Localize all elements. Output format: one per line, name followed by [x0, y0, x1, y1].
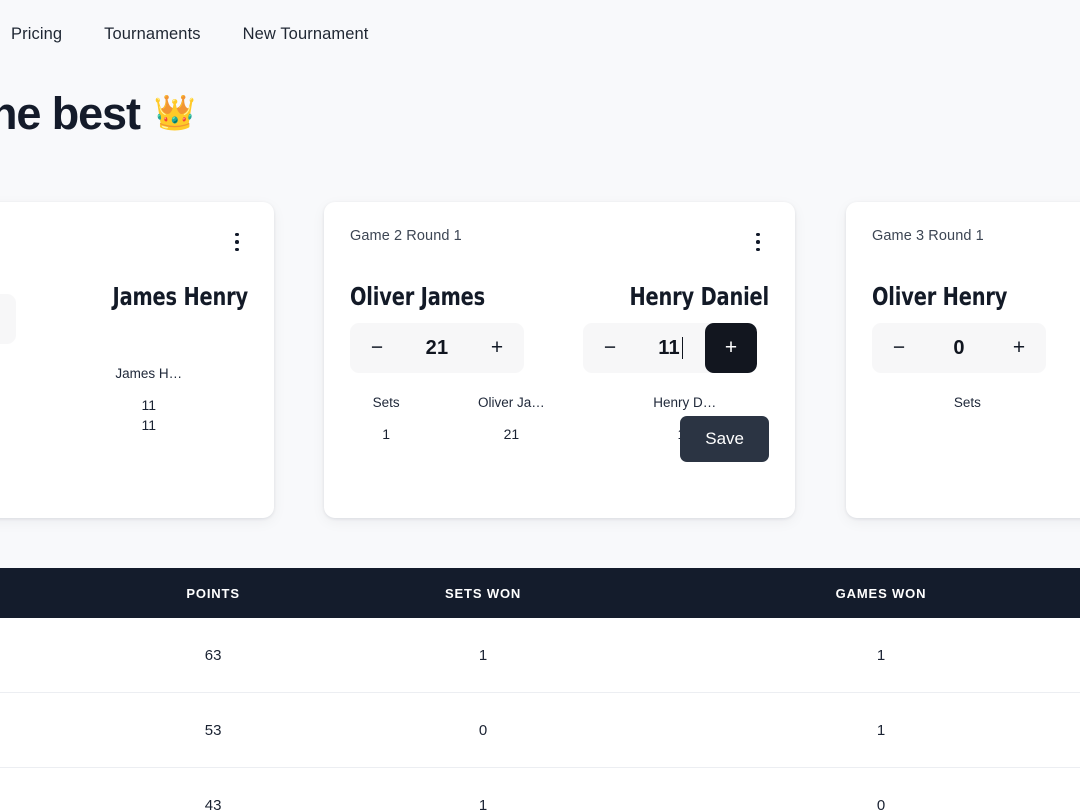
kebab-menu-icon[interactable]	[226, 230, 248, 254]
card-2-player-right: Henry Daniel − 11 +	[583, 282, 769, 373]
row-games-won: 1	[876, 646, 886, 664]
card-3-score-left[interactable]: 0	[922, 337, 996, 360]
row-games-won: 0	[876, 796, 886, 810]
card-1-sets-cell: 21	[0, 415, 49, 435]
card-2-header: Game 2 Round 1	[350, 228, 769, 258]
card-2-player-right-name: Henry Daniel	[629, 282, 769, 311]
game-cards-strip: − 0 + James Henry Oliver Da… James H… 21…	[0, 202, 1080, 518]
card-2-players: Oliver James − 21 + Henry Daniel − 11 +	[350, 282, 769, 373]
card-3-decrement-left[interactable]: −	[876, 323, 922, 373]
card-2-stepper-left[interactable]: − 21 +	[350, 323, 524, 373]
card-2-decrement-right[interactable]: −	[587, 323, 633, 373]
card-1-player-right: James Henry	[62, 282, 249, 344]
card-3-player-left: Oliver Henry − 0 +	[872, 282, 1058, 373]
page-heading: he best 👑	[0, 78, 590, 148]
column-header-sets-won: SETS WON	[445, 585, 522, 601]
top-navigation-bar: Pricing Tournaments New Tournament	[0, 0, 1080, 68]
row-points: 53	[204, 721, 222, 739]
card-1-players: − 0 + James Henry	[0, 282, 248, 344]
card-1-sets-col-0: Oliver Da…	[0, 366, 49, 395]
card-3-sets-col-0: Sets	[953, 395, 981, 410]
card-1-sets-cell: 11	[141, 397, 156, 413]
card-2-player-left: Oliver James − 21 +	[350, 282, 536, 373]
card-1-sets-table: Oliver Da… James H… 21 11 21 11	[0, 366, 248, 435]
card-1-sets-row: 21 11	[0, 395, 248, 415]
row-sets-won: 1	[478, 646, 488, 664]
card-1-stepper-left[interactable]: − 0 +	[0, 294, 16, 344]
table-row[interactable]: 43 1 0	[0, 768, 1080, 810]
nav-link-pricing[interactable]: Pricing	[11, 25, 62, 44]
card-2-score-left[interactable]: 21	[400, 337, 474, 360]
card-1-increment-left[interactable]: +	[0, 294, 12, 344]
card-3-sets-header-row: Sets Olive	[872, 395, 1080, 424]
page-title: he best	[0, 87, 141, 139]
card-3-player-left-name: Oliver Henry	[872, 282, 1008, 311]
nav-link-tournaments[interactable]: Tournaments	[104, 25, 200, 44]
card-2-save-row: Save	[350, 416, 769, 462]
save-button[interactable]: Save	[680, 416, 769, 462]
table-row[interactable]: 63 1 1	[0, 618, 1080, 693]
card-1-sets-row: 21 11	[0, 415, 248, 435]
card-3-increment-left[interactable]: +	[996, 323, 1042, 373]
card-1-player-right-name: James Henry	[112, 282, 249, 311]
card-2-increment-left[interactable]: +	[474, 323, 520, 373]
card-1-sets-cell: 11	[141, 417, 156, 433]
leaderboard-header-row: POINTS SETS WON GAMES WON	[0, 568, 1080, 618]
card-3-sets-table: Sets Olive	[872, 395, 1080, 424]
row-points: 43	[204, 796, 222, 810]
table-row[interactable]: 53 0 1	[0, 693, 1080, 768]
nav-link-new-tournament[interactable]: New Tournament	[243, 25, 369, 44]
crown-icon: 👑	[153, 94, 197, 132]
row-sets-won: 1	[478, 796, 488, 810]
game-card-3: Game 3 Round 1 Oliver Henry − 0 + Sets O…	[846, 202, 1080, 518]
card-2-player-left-name: Oliver James	[350, 282, 485, 311]
leaderboard-table: POINTS SETS WON GAMES WON 63 1 1 53 0 1 …	[0, 568, 1080, 810]
card-2-stepper-right[interactable]: − 11 +	[583, 323, 757, 373]
card-2-decrement-left[interactable]: −	[354, 323, 400, 373]
card-3-label: Game 3 Round 1	[872, 228, 984, 244]
card-3-stepper-left[interactable]: − 0 +	[872, 323, 1046, 373]
card-1-sets-col-1: James H…	[115, 366, 183, 381]
row-sets-won: 0	[478, 721, 488, 739]
card-1-sets-cell: 21	[0, 395, 49, 415]
game-card-2: Game 2 Round 1 Oliver James − 21 + Henry…	[324, 202, 795, 518]
row-points: 63	[204, 646, 222, 664]
card-1-sets-header-row: Oliver Da… James H…	[0, 366, 248, 395]
card-3-players: Oliver Henry − 0 +	[872, 282, 1080, 373]
card-3-sets-col-1: Olive	[1063, 395, 1080, 424]
kebab-menu-icon[interactable]	[747, 230, 769, 254]
card-3-header: Game 3 Round 1	[872, 228, 1080, 258]
card-1-player-left: − 0 +	[0, 282, 28, 344]
game-card-1: − 0 + James Henry Oliver Da… James H… 21…	[0, 202, 274, 518]
row-games-won: 1	[876, 721, 886, 739]
column-header-points: POINTS	[186, 585, 240, 601]
card-2-increment-right[interactable]: +	[705, 323, 757, 373]
card-2-label: Game 2 Round 1	[350, 228, 462, 244]
column-header-games-won: GAMES WON	[835, 585, 927, 601]
card-1-header	[0, 228, 248, 258]
